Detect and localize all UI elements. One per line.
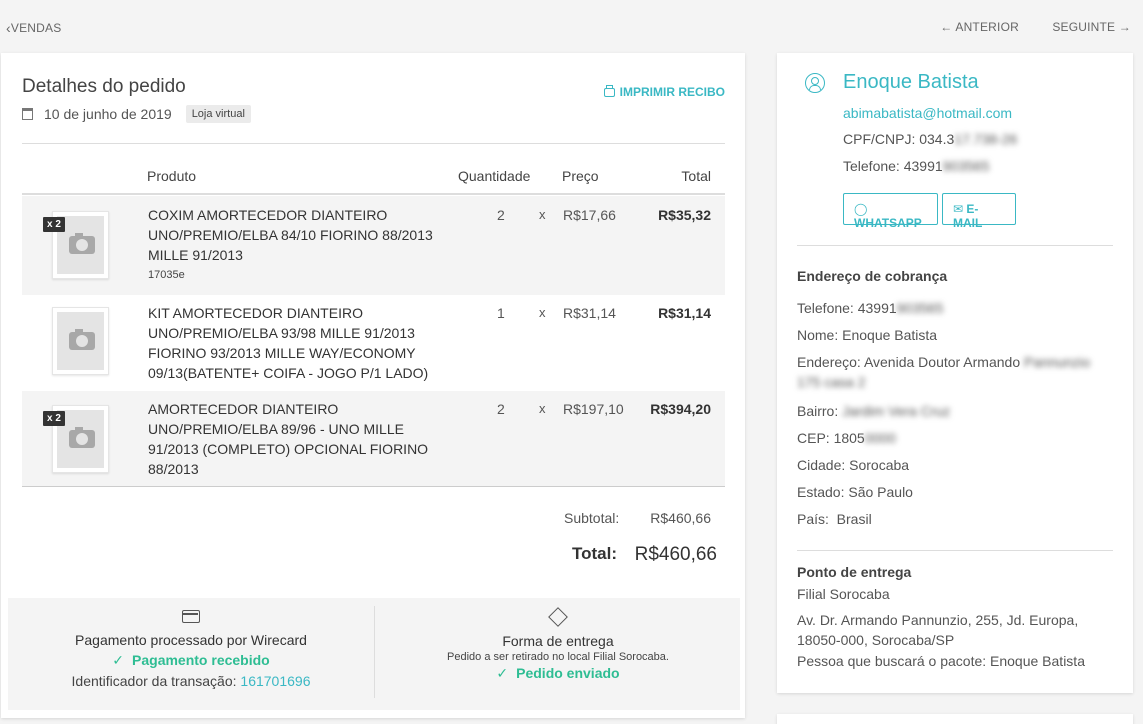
customer-card: Enoque Batista abimabatista@hotmail.com …	[777, 53, 1133, 693]
delivery-title: Forma de entrega	[502, 633, 614, 649]
divider	[797, 245, 1113, 246]
items-table-header: Produto Quantidade Preço Total	[22, 163, 725, 195]
billing-name: Nome: Enoque Batista	[797, 327, 938, 343]
billing-address: Endereço: Avenida Doutor Armando Pannunz…	[797, 354, 1091, 390]
item-total: R$394,20	[650, 401, 711, 417]
billing-address-title: Endereço de cobrança	[797, 268, 948, 284]
column-quantity: Quantidade	[458, 168, 531, 184]
subtotal-value: R$460,66	[650, 510, 711, 526]
column-product: Produto	[147, 168, 197, 184]
transaction-id: Identificador da transação: 161701696	[71, 673, 311, 689]
item-price: R$197,10	[563, 401, 624, 417]
order-details-card: Detalhes do pedido 10 de junho de 2019 L…	[1, 53, 745, 718]
divider	[22, 143, 725, 144]
calendar-icon	[22, 108, 33, 120]
product-name: AMORTECEDOR DIANTEIRO UNO/PREMIO/ELBA 89…	[148, 401, 429, 477]
camera-icon	[69, 329, 95, 350]
pickup-address: Av. Dr. Armando Pannunzio, 255, Jd. Euro…	[797, 612, 1079, 648]
table-row: x 2 AMORTECEDOR DIANTEIRO UNO/PREMIO/ELB…	[22, 391, 725, 487]
camera-icon	[69, 427, 95, 448]
total-label: Total:	[572, 544, 618, 563]
billing-country: País: Brasil	[797, 511, 872, 527]
item-price: R$31,14	[563, 305, 616, 321]
item-total: R$31,14	[658, 305, 711, 321]
item-quantity: 2	[497, 401, 505, 417]
product-name: COXIM AMORTECEDOR DIANTEIRO UNO/PREMIO/E…	[148, 207, 433, 263]
item-quantity: 2	[497, 207, 505, 223]
check-icon: ✓	[496, 665, 509, 681]
whatsapp-button[interactable]: ◯ WHATSAPP	[843, 193, 938, 230]
package-icon	[548, 607, 568, 627]
customer-email[interactable]: abimabatista@hotmail.com	[843, 105, 1012, 121]
customer-cpf: CPF/CNPJ: 034.317.738-26	[843, 131, 1018, 147]
product-name: KIT AMORTECEDOR DIANTEIRO UNO/PREMIO/ELB…	[148, 305, 429, 381]
multiply-sign: x	[539, 305, 546, 320]
pickup-branch: Filial Sorocaba	[797, 586, 890, 602]
pickup-point-title: Ponto de entrega	[797, 564, 912, 580]
quantity-badge: x 2	[43, 411, 65, 426]
billing-state: Estado: São Paulo	[797, 484, 913, 500]
table-row: x 2 COXIM AMORTECEDOR DIANTEIRO UNO/PREM…	[22, 196, 725, 295]
top-navigation: ‹VENDAS ← ANTERIOR SEGUINTE →	[0, 0, 1143, 54]
print-receipt-link[interactable]: IMPRIMIR RECIBO	[603, 84, 725, 99]
product-thumbnail	[52, 307, 109, 375]
multiply-sign: x	[539, 401, 546, 416]
delivery-section: Forma de entrega Pedido a ser retirado n…	[375, 598, 741, 682]
billing-district: Bairro: Jardim Vera Cruz	[797, 403, 951, 419]
item-price: R$17,66	[563, 207, 616, 223]
divider	[797, 550, 1113, 551]
credit-card-icon	[182, 610, 200, 623]
customer-phone: Telefone: 43991903565	[843, 158, 990, 174]
camera-icon	[69, 233, 95, 254]
payment-delivery-summary: Pagamento processado por Wirecard ✓ Pagam…	[8, 598, 740, 710]
previous-order-link[interactable]: ← ANTERIOR	[940, 20, 1019, 34]
page-title: Detalhes do pedido	[22, 76, 186, 97]
order-date: 10 de junho de 2019 Loja virtual	[22, 105, 251, 123]
printer-icon	[603, 84, 615, 97]
secondary-card	[777, 714, 1133, 724]
product-sku: 17035e	[148, 269, 185, 281]
billing-cep: CEP: 18050000	[797, 430, 896, 446]
billing-phone: Telefone: 43991903565	[797, 300, 944, 316]
total-value: R$460,66	[634, 544, 717, 565]
transaction-id-link[interactable]: 161701696	[240, 673, 310, 689]
channel-badge: Loja virtual	[185, 105, 251, 123]
quantity-badge: x 2	[43, 217, 65, 232]
envelope-icon: ✉	[953, 202, 967, 216]
column-price: Preço	[562, 168, 599, 184]
email-button[interactable]: ✉ E-MAIL	[942, 193, 1016, 230]
back-to-sales-link[interactable]: ‹VENDAS	[6, 20, 61, 36]
check-icon: ✓	[112, 652, 125, 668]
column-total: Total	[681, 168, 711, 184]
multiply-sign: x	[539, 207, 546, 222]
pager: ← ANTERIOR SEGUINTE →	[910, 20, 1131, 34]
payment-section: Pagamento processado por Wirecard ✓ Pagam…	[8, 598, 374, 689]
item-total: R$35,32	[658, 207, 711, 223]
subtotal-label: Subtotal:	[564, 510, 620, 526]
item-quantity: 1	[497, 305, 505, 321]
next-order-link[interactable]: SEGUINTE →	[1052, 20, 1131, 34]
delivery-subtitle: Pedido a ser retirado no local Filial So…	[447, 651, 669, 663]
billing-city: Cidade: Sorocaba	[797, 457, 910, 473]
delivery-status: ✓ Pedido enviado	[496, 665, 620, 681]
whatsapp-icon: ◯	[854, 202, 868, 216]
customer-name[interactable]: Enoque Batista	[843, 71, 979, 94]
payment-title: Pagamento processado por Wirecard	[75, 632, 307, 648]
arrow-left-icon: ←	[940, 20, 956, 34]
pickup-person: Pessoa que buscará o pacote: Enoque Bati…	[797, 653, 1085, 669]
table-row: KIT AMORTECEDOR DIANTEIRO UNO/PREMIO/ELB…	[22, 295, 725, 391]
user-icon	[805, 73, 825, 93]
payment-status: ✓ Pagamento recebido	[112, 652, 270, 668]
arrow-right-icon: →	[1115, 20, 1131, 34]
